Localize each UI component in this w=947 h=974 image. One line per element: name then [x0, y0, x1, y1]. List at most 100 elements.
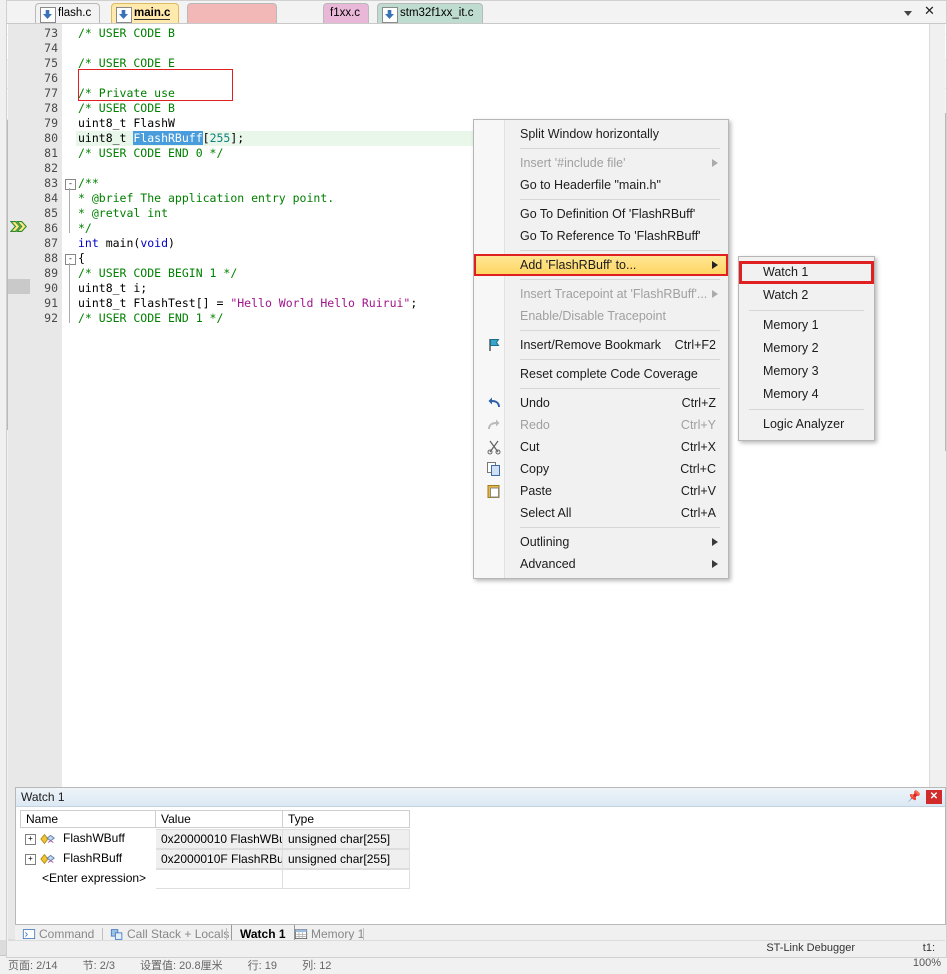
watch-pin-icon[interactable]: 📌 [907, 790, 921, 804]
editor-fold-bar [69, 263, 70, 323]
editor-tab-main-c-label: main.c [134, 7, 171, 20]
editor-line-number: 88 [44, 251, 58, 265]
menu-shortcut: Ctrl+V [680, 484, 716, 498]
editor-code-line[interactable]: /* USER CODE END 0 */ [78, 146, 223, 161]
editor-code-line[interactable]: int main(void) [78, 236, 175, 251]
menu-separator [520, 250, 720, 251]
code-token: * @brief The application entry point. [78, 191, 335, 205]
add-to-submenu[interactable]: Watch 1 Watch 2 Memory 1 Memory 2 Memory 3 Me… [738, 256, 875, 441]
watch-type[interactable] [283, 869, 410, 889]
code-token: /* USER CODE B [78, 101, 175, 115]
editor-code-line[interactable]: /* USER CODE END 1 */ [78, 311, 223, 326]
bookmark-icon [486, 337, 502, 353]
watch-value[interactable]: 0x2000010F FlashRBuf... [156, 849, 283, 869]
editor-code-line[interactable]: * @retval int [78, 206, 168, 221]
context-menu-item[interactable]: Reset complete Code Coverage [474, 363, 728, 385]
watch-close-icon[interactable]: ✕ [926, 790, 942, 804]
editor-code-line[interactable]: { [78, 251, 85, 266]
watch-value[interactable] [156, 869, 283, 889]
context-menu-item[interactable]: Go To Reference To 'FlashRBuff' [474, 225, 728, 247]
submenu-item[interactable]: Memory 3 [739, 360, 874, 383]
editor-code-line[interactable]: /* USER CODE B [78, 101, 175, 116]
watch-body: Name Value Type + FlashWBuff 0x20000010 Fl… [17, 807, 944, 923]
editor-line-number: 87 [44, 236, 58, 250]
watch-col-type[interactable]: Type [283, 810, 410, 828]
context-menu-item[interactable]: Outlining [474, 531, 728, 553]
watch-name[interactable]: <Enter expression> [20, 869, 146, 889]
submenu-item[interactable]: Logic Analyzer [739, 413, 874, 436]
debug-tab-command-label: Command [39, 927, 95, 941]
editor-line-number: 77 [44, 86, 58, 100]
editor-line-number: 82 [44, 161, 58, 175]
editor-tab-flash-c[interactable]: flash.c [35, 3, 101, 23]
watch-caption: Watch 1 📌 ✕ [16, 788, 945, 807]
context-menu-item[interactable]: Select All Ctrl+A [474, 502, 728, 524]
code-token: main( [105, 236, 141, 250]
menu-separator [520, 527, 720, 528]
editor-code-line[interactable]: * @brief The application entry point. [78, 191, 334, 206]
editor-fold-toggle-icon[interactable]: - [65, 179, 76, 190]
submenu-item[interactable]: Watch 1 [739, 261, 874, 284]
menu-separator [520, 199, 720, 200]
context-menu-item[interactable]: Insert/Remove Bookmark Ctrl+F2 [474, 334, 728, 356]
code-token: * @retval int [78, 206, 169, 220]
editor-code-line[interactable]: uint8_t FlashTest[] = "Hello World Hello… [78, 296, 417, 311]
context-menu-item[interactable]: Go To Definition Of 'FlashRBuff' [474, 203, 728, 225]
submenu-item[interactable]: Watch 2 [739, 284, 874, 307]
watch-value[interactable]: 0x20000010 FlashWBu... [156, 829, 283, 849]
editor-code-line[interactable]: /** [78, 176, 99, 191]
context-menu-item[interactable]: Copy Ctrl+C [474, 458, 728, 480]
editor-code-line[interactable]: uint8_t i; [78, 281, 147, 296]
editor-tab-list-icon[interactable] [904, 11, 912, 16]
code-token: uint8_t [78, 131, 134, 145]
context-menu-item[interactable]: Add 'FlashRBuff' to... [474, 254, 728, 276]
submenu-arrow-icon [712, 261, 718, 269]
code-token: ]; [230, 131, 245, 145]
background-status-items: 页面: 2/14 节: 2/3 设置值: 20.8厘米 行: 19 列: 12 [8, 957, 353, 973]
menu-separator [520, 330, 720, 331]
menu-separator [520, 388, 720, 389]
editor-code-line[interactable]: /* USER CODE BEGIN 1 */ [78, 266, 237, 281]
editor-tab-hidden[interactable] [187, 3, 277, 23]
editor-tab-f1xx-c-label: f1xx.c [330, 7, 361, 19]
context-menu-item[interactable]: Split Window horizontally [474, 123, 728, 145]
context-menu-item[interactable]: Undo Ctrl+Z [474, 392, 728, 414]
watch-row[interactable]: +FlashRBuff0x2000010F FlashRBuf...unsign… [20, 849, 941, 869]
context-menu-item[interactable]: Cut Ctrl+X [474, 436, 728, 458]
editor-code-line[interactable]: uint8_t FlashW [78, 116, 175, 131]
watch-type[interactable]: unsigned char[255] [283, 849, 410, 869]
watch-row[interactable]: + FlashWBuff 0x20000010 FlashWBu... unsigne… [20, 829, 941, 849]
submenu-item[interactable]: Memory 2 [739, 337, 874, 360]
editor-fold-toggle-icon[interactable]: - [65, 254, 76, 265]
editor-tab-f1xx-c[interactable]: f1xx.c [323, 3, 370, 23]
editor-tab-stm32f1xx-it-c[interactable]: stm32f1xx_it.c [377, 3, 483, 23]
context-menu-item: Insert Tracepoint at 'FlashRBuff'... [474, 283, 728, 305]
watch-row[interactable]: <Enter expression> [20, 869, 941, 889]
screen-root: 页面: 2/14 节: 2/3 设置值: 20.8厘米 行: 19 列: 12 … [0, 0, 947, 974]
code-token: [ [202, 131, 210, 145]
editor-context-menu[interactable]: Split Window horizontally Insert '#includ… [473, 119, 729, 579]
current-line-arrow-icon [10, 221, 27, 232]
watch-type[interactable]: unsigned char[255] [283, 829, 410, 849]
watch-col-value[interactable]: Value [156, 810, 283, 828]
editor-tab-main-c[interactable]: main.c [111, 3, 180, 23]
context-menu-item[interactable]: Go to Headerfile "main.h" [474, 174, 728, 196]
context-menu-item[interactable]: Advanced [474, 553, 728, 575]
editor-code-line[interactable]: /* USER CODE B [78, 26, 175, 41]
flashrbuff-annotation-box [78, 69, 233, 101]
watch-name[interactable]: FlashRBuff [20, 849, 122, 869]
editor-line-number: 78 [44, 101, 58, 115]
c-file-icon-2 [116, 7, 132, 23]
context-menu-item[interactable]: Paste Ctrl+V [474, 480, 728, 502]
bg-status-setting: 设置值: 20.8厘米 [140, 960, 223, 972]
submenu-item[interactable]: Memory 1 [739, 314, 874, 337]
context-menu-items: Split Window horizontally Insert '#includ… [474, 120, 728, 578]
status-t1: t1: [922, 942, 935, 954]
code-token: int [78, 236, 106, 250]
watch-col-name[interactable]: Name [20, 810, 156, 828]
editor-tab-close-icon[interactable]: ✕ [924, 3, 935, 19]
editor-line-number: 92 [44, 311, 58, 325]
editor-code-line[interactable]: */ [78, 221, 92, 236]
watch-name[interactable]: FlashWBuff [20, 829, 125, 849]
submenu-item[interactable]: Memory 4 [739, 383, 874, 406]
